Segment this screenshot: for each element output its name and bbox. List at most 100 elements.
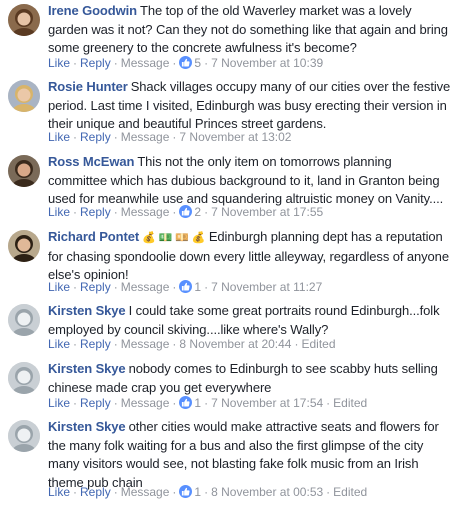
like-count[interactable]: 1	[194, 485, 201, 499]
comment-author[interactable]: Richard Pontet	[48, 229, 139, 244]
avatar-photo-woman-blonde	[8, 80, 40, 112]
comment-body: Kirsten Skye I could take some great port…	[48, 302, 452, 339]
comment-timestamp[interactable]: 7 November at 13:02	[179, 130, 291, 144]
comment-body: Ross McEwan This not the only item on tom…	[48, 153, 452, 209]
separator: ·	[204, 205, 209, 219]
separator: ·	[204, 280, 209, 294]
avatar-photo-snowy	[8, 420, 40, 452]
separator: ·	[172, 56, 177, 70]
message-button[interactable]: Message	[121, 337, 170, 351]
separator: ·	[73, 56, 78, 70]
message-button[interactable]: Message	[121, 280, 170, 294]
avatar-photo-snowy	[8, 362, 40, 394]
separator: ·	[73, 130, 78, 144]
like-count-icon	[179, 396, 193, 409]
comment-timestamp[interactable]: 7 November at 17:55	[211, 205, 323, 219]
comment-timestamp[interactable]: 7 November at 11:27	[211, 280, 322, 294]
separator: ·	[73, 485, 78, 499]
comment-timestamp[interactable]: 8 November at 20:44	[179, 337, 291, 351]
reply-button[interactable]: Reply	[80, 485, 111, 499]
comment-body: Rosie Hunter Shack villages occupy many o…	[48, 78, 452, 134]
like-count[interactable]: 1	[194, 396, 201, 410]
like-count-icon	[179, 205, 193, 218]
comment-actions: Like · Reply · Message · 7 November at 13:02	[48, 129, 291, 145]
comment-timestamp[interactable]: 7 November at 17:54	[211, 396, 323, 410]
like-count-icon	[179, 485, 193, 498]
separator: ·	[73, 280, 78, 294]
edited-label[interactable]: Edited	[333, 396, 367, 410]
separator: ·	[172, 337, 177, 351]
comment-timestamp[interactable]: 8 November at 00:53	[211, 485, 323, 499]
comment-actions: Like · Reply · Message · 1 · 7 November at 11:27	[48, 279, 322, 295]
comment-body: Richard Pontet 💰 💵 💴 💰 Edinburgh planning…	[48, 228, 452, 285]
edited-label[interactable]: Edited	[333, 485, 367, 499]
like-button[interactable]: Like	[48, 56, 70, 70]
message-button[interactable]: Message	[121, 56, 170, 70]
reply-button[interactable]: Reply	[80, 130, 111, 144]
comment-body: Irene Goodwin The top of the old Waverley…	[48, 2, 452, 58]
comment-body: Kirsten Skye other cities would make attr…	[48, 418, 452, 492]
like-button[interactable]: Like	[48, 485, 70, 499]
edited-label[interactable]: Edited	[301, 337, 335, 351]
comment-author[interactable]: Ross McEwan	[48, 154, 134, 169]
separator: ·	[113, 337, 118, 351]
avatar-photo-woman	[8, 4, 40, 36]
avatar[interactable]	[8, 304, 40, 336]
separator: ·	[326, 485, 331, 499]
separator: ·	[204, 56, 209, 70]
like-button[interactable]: Like	[48, 130, 70, 144]
separator: ·	[73, 337, 78, 351]
avatar-photo-snowy	[8, 304, 40, 336]
separator: ·	[113, 396, 118, 410]
separator: ·	[172, 280, 177, 294]
avatar[interactable]	[8, 362, 40, 394]
reply-button[interactable]: Reply	[80, 280, 111, 294]
like-button[interactable]: Like	[48, 396, 70, 410]
message-button[interactable]: Message	[121, 396, 170, 410]
comment-actions: Like · Reply · Message · 2 · 7 November at 17:55	[48, 204, 323, 220]
like-button[interactable]: Like	[48, 205, 70, 219]
comment-actions: Like · Reply · Message · 1 · 7 November at 17:54…	[48, 395, 367, 411]
comment-actions: Like · Reply · Message · 1 · 8 November at 00:53…	[48, 484, 367, 500]
comment-timestamp[interactable]: 7 November at 10:39	[211, 56, 323, 70]
separator: ·	[113, 130, 118, 144]
separator: ·	[204, 396, 209, 410]
avatar[interactable]	[8, 155, 40, 187]
comment-author[interactable]: Kirsten Skye	[48, 419, 126, 434]
like-count-icon	[179, 56, 193, 69]
avatar-photo-man-smiling	[8, 230, 40, 262]
like-button[interactable]: Like	[48, 280, 70, 294]
avatar[interactable]	[8, 4, 40, 36]
separator: ·	[113, 280, 118, 294]
like-button[interactable]: Like	[48, 337, 70, 351]
comment-author[interactable]: Rosie Hunter	[48, 79, 128, 94]
comment-actions: Like · Reply · Message · 8 November at 20:44 · E…	[48, 336, 336, 352]
separator: ·	[73, 205, 78, 219]
avatar[interactable]	[8, 420, 40, 452]
separator: ·	[172, 205, 177, 219]
message-button[interactable]: Message	[121, 205, 170, 219]
like-count[interactable]: 2	[194, 205, 201, 219]
reply-button[interactable]: Reply	[80, 205, 111, 219]
avatar[interactable]	[8, 80, 40, 112]
separator: ·	[294, 337, 299, 351]
separator: ·	[113, 485, 118, 499]
reply-button[interactable]: Reply	[80, 337, 111, 351]
like-count[interactable]: 1	[194, 280, 201, 294]
like-count-icon	[179, 280, 193, 293]
comment-author[interactable]: Kirsten Skye	[48, 361, 126, 376]
comment-body: Kirsten Skye nobody comes to Edinburgh to…	[48, 360, 452, 397]
message-button[interactable]: Message	[121, 485, 170, 499]
like-count[interactable]: 5	[194, 56, 201, 70]
comment-author[interactable]: Kirsten Skye	[48, 303, 126, 318]
reply-button[interactable]: Reply	[80, 56, 111, 70]
message-button[interactable]: Message	[121, 130, 170, 144]
separator: ·	[73, 396, 78, 410]
reply-button[interactable]: Reply	[80, 396, 111, 410]
avatar-photo-man	[8, 155, 40, 187]
separator: ·	[113, 56, 118, 70]
comment-author[interactable]: Irene Goodwin	[48, 3, 137, 18]
separator: ·	[204, 485, 209, 499]
separator: ·	[326, 396, 331, 410]
avatar[interactable]	[8, 230, 40, 262]
